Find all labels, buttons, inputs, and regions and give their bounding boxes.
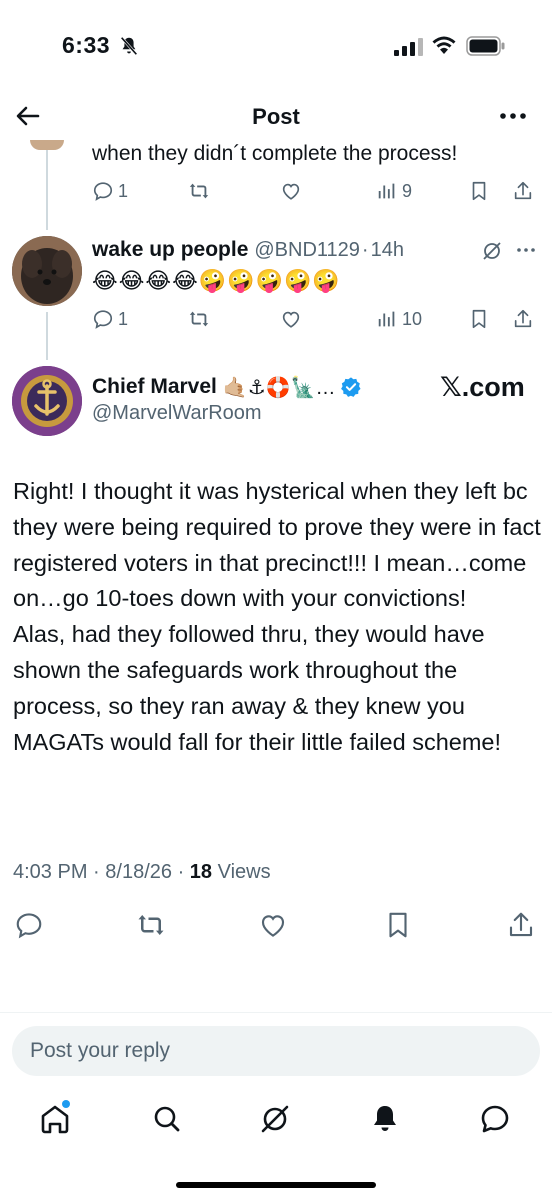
reply-actions: 1 10 <box>92 304 542 334</box>
tab-notifications[interactable] <box>368 1102 402 1136</box>
post-time: 4:03 PM <box>13 861 88 883</box>
repost-button[interactable] <box>188 304 210 334</box>
page-title: Post <box>252 104 300 129</box>
signal-icon <box>394 38 423 56</box>
bookmark-icon <box>472 309 486 329</box>
bookmark-icon <box>472 181 486 201</box>
views-icon <box>378 183 395 199</box>
heart-icon <box>282 311 300 328</box>
xcom-watermark: 𝕏.com <box>440 372 525 402</box>
previous-reply-text: when they didn´t complete the process! <box>92 142 458 165</box>
views-count[interactable]: 18 <box>190 861 212 883</box>
tab-grok[interactable] <box>258 1102 292 1136</box>
post-actions <box>0 910 552 944</box>
display-name[interactable]: wake up people <box>92 238 248 262</box>
user-handle[interactable]: @MarvelWarRoom <box>92 402 262 425</box>
reply-button[interactable] <box>14 910 44 940</box>
display-name[interactable]: Chief Marvel <box>92 375 217 399</box>
anchor-emblem-avatar-image <box>12 366 82 436</box>
share-icon <box>509 912 533 937</box>
views-count: 9 <box>402 180 413 201</box>
share-button[interactable] <box>512 304 534 334</box>
bookmark-icon <box>389 912 407 938</box>
bookmark-button[interactable] <box>383 910 413 940</box>
reply-count: 1 <box>118 308 129 329</box>
bottom-tab-bar <box>0 1096 552 1142</box>
thread-line <box>46 312 48 360</box>
share-icon <box>514 181 532 200</box>
timestamp: 14h <box>370 238 404 261</box>
wifi-icon <box>432 36 456 54</box>
avatar[interactable] <box>30 140 64 150</box>
messages-icon <box>481 1105 509 1133</box>
views-button[interactable]: 10 <box>376 304 422 334</box>
reply-input[interactable]: Post your reply <box>12 1026 540 1076</box>
separator: · <box>361 238 369 261</box>
tab-messages[interactable] <box>478 1102 512 1136</box>
tab-search[interactable] <box>150 1102 184 1136</box>
post-date: 8/18/26 <box>105 861 172 883</box>
share-button[interactable] <box>512 176 534 206</box>
reply-icon <box>16 913 42 939</box>
views-count: 10 <box>402 308 423 329</box>
previous-reply-actions: 1 9 <box>92 176 542 206</box>
avatar[interactable] <box>12 236 82 306</box>
unread-indicator <box>62 1100 70 1108</box>
reply-icon <box>93 310 113 329</box>
reply-button[interactable]: 1 <box>92 176 128 206</box>
reply-text: 😂😂😂😂🤪🤪🤪🤪🤪 <box>92 268 341 293</box>
bell-slash-icon <box>120 36 138 56</box>
views-icon <box>378 311 395 327</box>
repost-button[interactable] <box>136 910 166 940</box>
top-nav: Post <box>0 92 552 140</box>
grok-icon <box>261 1105 289 1133</box>
share-icon <box>514 309 532 328</box>
more-options-icon[interactable] <box>514 242 538 258</box>
divider <box>0 1012 552 1013</box>
reply-icon <box>93 182 113 201</box>
views-label[interactable]: Views <box>218 861 271 883</box>
reply-header: wake up people @BND1129 · 14h <box>92 236 404 264</box>
verified-badge-icon <box>340 377 361 397</box>
repost-button[interactable] <box>188 176 210 206</box>
status-time: 6:33 <box>62 32 111 58</box>
repost-icon <box>189 183 209 199</box>
heart-icon <box>261 915 285 937</box>
name-emoji: 🤙🏼⚓🛟🗽… <box>222 376 336 399</box>
repost-icon <box>138 915 164 935</box>
more-options-icon[interactable] <box>496 102 530 130</box>
search-icon <box>154 1106 180 1132</box>
reply-button[interactable]: 1 <box>92 304 128 334</box>
like-button[interactable] <box>280 176 302 206</box>
post-meta: 4:03 PM · 8/18/26 · 18 Views <box>13 861 271 883</box>
battery-icon <box>466 36 505 56</box>
dog-avatar-image <box>12 236 82 306</box>
share-button[interactable] <box>506 910 536 940</box>
reply-count: 1 <box>118 180 129 201</box>
home-indicator <box>176 1182 376 1188</box>
grok-icon[interactable] <box>480 239 504 263</box>
bookmark-button[interactable] <box>468 304 490 334</box>
bell-icon <box>374 1106 396 1131</box>
like-button[interactable] <box>258 910 288 940</box>
post-text: Right! I thought it was hysterical when … <box>13 478 541 755</box>
author-row: Chief Marvel 🤙🏼⚓🛟🗽… <box>92 372 362 402</box>
reply-input-placeholder: Post your reply <box>30 1039 171 1062</box>
heart-icon <box>282 183 300 200</box>
bookmark-button[interactable] <box>468 176 490 206</box>
views-button[interactable]: 9 <box>376 176 412 206</box>
thread-line <box>46 150 48 230</box>
repost-icon <box>189 311 209 327</box>
status-bar: 6:33 <box>0 0 552 92</box>
like-button[interactable] <box>280 304 302 334</box>
avatar[interactable] <box>12 366 82 436</box>
user-handle[interactable]: @BND1129 <box>254 239 360 262</box>
